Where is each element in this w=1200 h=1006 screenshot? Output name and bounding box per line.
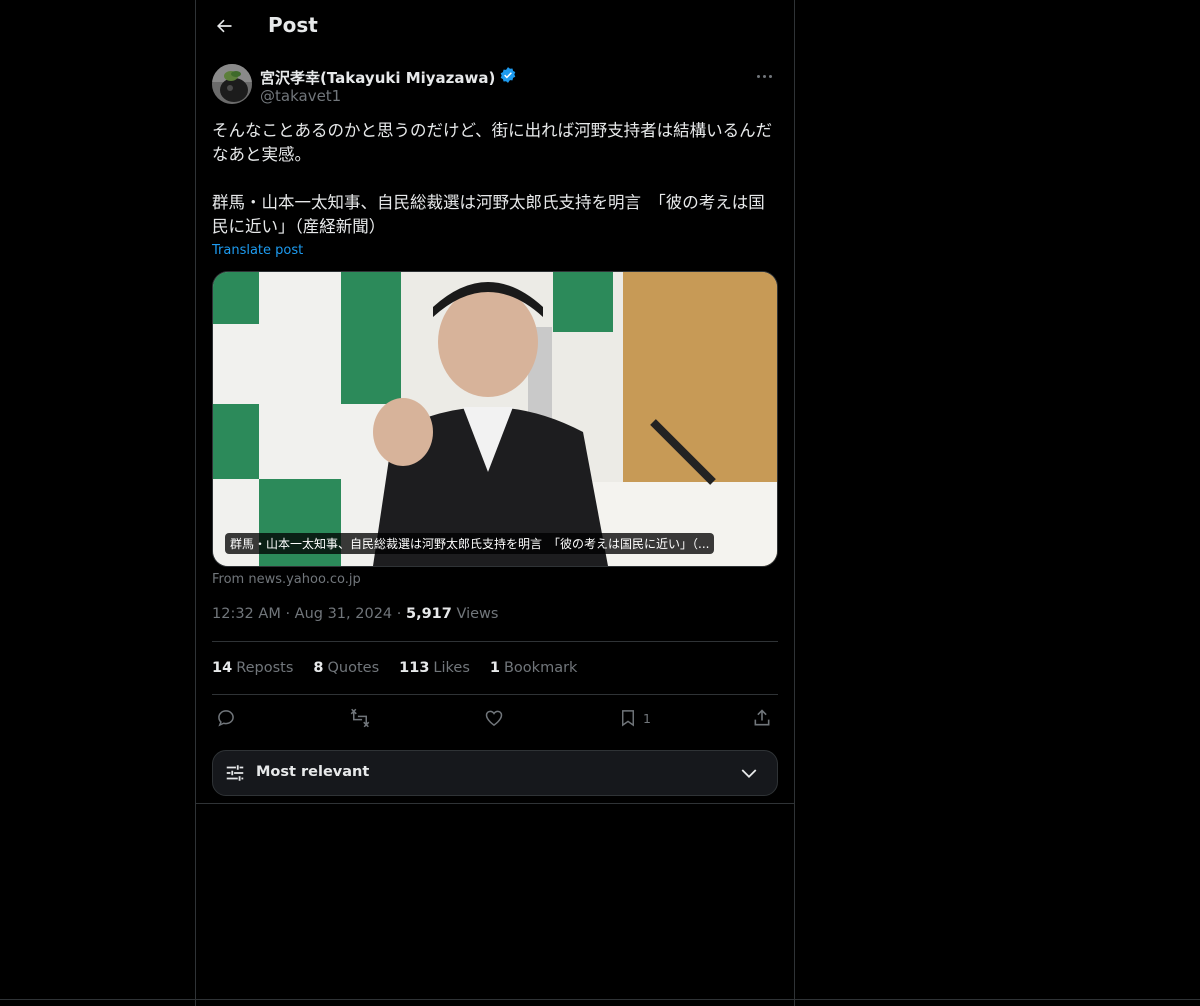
author-display-name[interactable]: 宮沢孝幸(Takayuki Miyazawa) [260,67,495,88]
link-card-caption: 群馬・山本一太知事、自民総裁選は河野太郎氏支持を明言 「彼の考えは国民に近い」（… [225,533,715,554]
bookmark-icon [622,710,634,727]
author-name[interactable]: 宮沢孝幸(Takayuki Miyazawa) [260,66,517,88]
divider [196,803,794,804]
page-bottom-border [0,999,1200,1000]
post-meta: 12:32 AM · Aug 31, 2024 · 5,917 Views [212,606,498,622]
repost-icon[interactable] [349,706,371,730]
reposts-stat[interactable]: 14 Reposts [212,660,293,676]
reposts-count: 14 [212,660,233,676]
divider [212,694,778,695]
chevron-down-icon [739,764,759,786]
bookmarks-stat[interactable]: 1 Bookmark [490,660,578,676]
post-date[interactable]: Aug 31, 2024 [295,606,393,622]
primary-column: Post 宮沢孝幸(Takayuki Miyazawa) @takavet1 そ… [195,0,795,1006]
avatar[interactable] [212,64,252,104]
quotes-stat[interactable]: 8 Quotes [313,660,379,676]
meta-separator: · [396,606,406,622]
bookmark-count: 1 [643,710,651,726]
verified-badge-icon [499,66,517,88]
link-source[interactable]: From news.yahoo.co.jp [212,572,361,587]
views-label: Views [456,606,499,622]
meta-separator: · [285,606,295,622]
post-stats: 14 Reposts 8 Quotes 113 Likes 1 Bookmark [212,660,577,676]
sort-label: Most relevant [256,764,370,780]
likes-stat[interactable]: 113 Likes [399,660,470,676]
share-icon[interactable] [752,706,772,730]
link-card[interactable]: 群馬・山本一太知事、自民総裁選は河野太郎氏支持を明言 「彼の考えは国民に近い」（… [212,271,778,567]
more-icon[interactable] [752,68,776,84]
arrow-left-icon[interactable] [212,14,236,38]
likes-label: Likes [433,660,470,676]
bookmarks-label: Bookmark [503,660,578,676]
link-card-image [213,272,777,566]
quotes-count: 8 [313,660,324,676]
heart-icon[interactable] [484,706,504,730]
quotes-label: Quotes [327,660,380,676]
translate-post-link[interactable]: Translate post [212,243,303,258]
author-handle[interactable]: @takavet1 [260,87,341,105]
divider [212,641,778,642]
bookmarks-count: 1 [489,660,500,676]
post-text: そんなことあるのかと思うのだけど、街に出れば河野支持者は結構いるんだなあと実感。… [212,121,773,236]
views-count: 5,917 [405,606,452,622]
reply-icon[interactable] [216,706,236,730]
sliders-icon [224,762,246,788]
likes-count: 113 [399,660,430,676]
page-header: Post [196,0,794,53]
reposts-label: Reposts [236,660,294,676]
bookmark-button[interactable]: 1 [619,706,651,730]
post-time[interactable]: 12:32 AM [212,606,281,622]
sort-replies-dropdown[interactable]: Most relevant [212,750,778,796]
action-bar: 1 [212,706,778,730]
page-title: Post [268,13,318,37]
